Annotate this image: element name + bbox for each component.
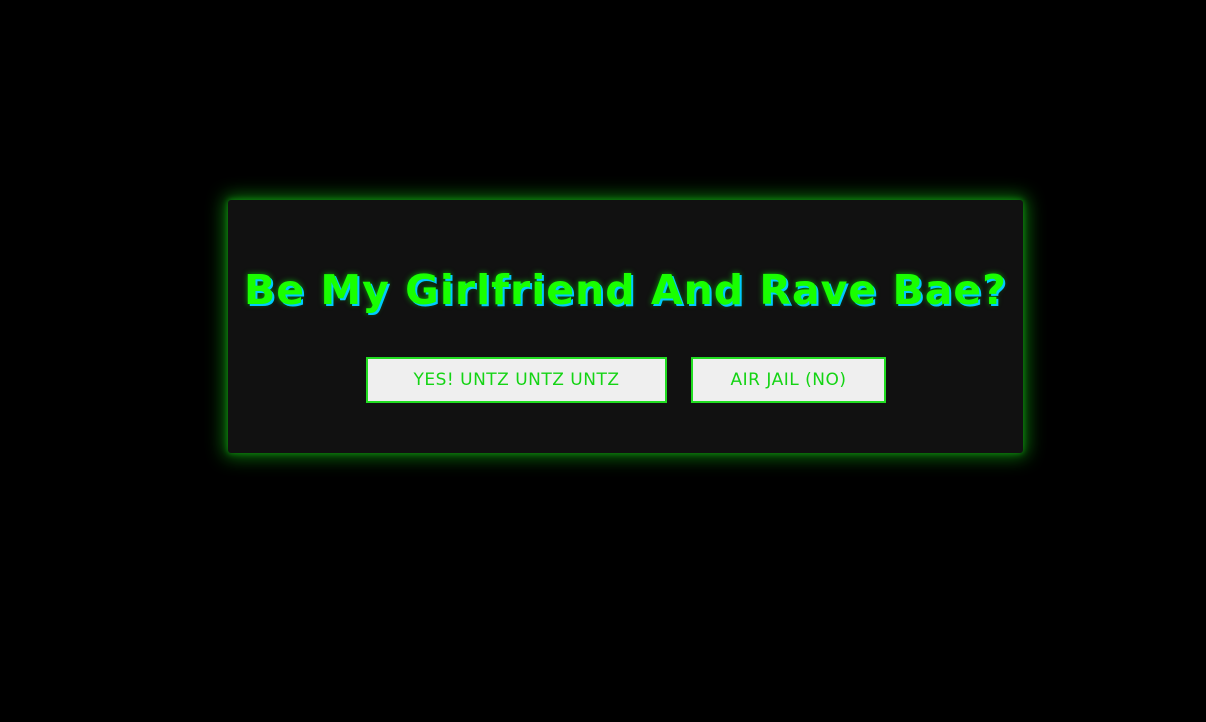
yes-button[interactable]: YES! UNTZ UNTZ UNTZ [366,357,667,403]
proposal-card: Be My Girlfriend And Rave Bae? YES! UNTZ… [228,200,1023,453]
no-button[interactable]: AIR JAIL (NO) [691,357,886,403]
proposal-title: Be My Girlfriend And Rave Bae? [244,266,1007,314]
page-background: Be My Girlfriend And Rave Bae? YES! UNTZ… [0,0,1206,722]
